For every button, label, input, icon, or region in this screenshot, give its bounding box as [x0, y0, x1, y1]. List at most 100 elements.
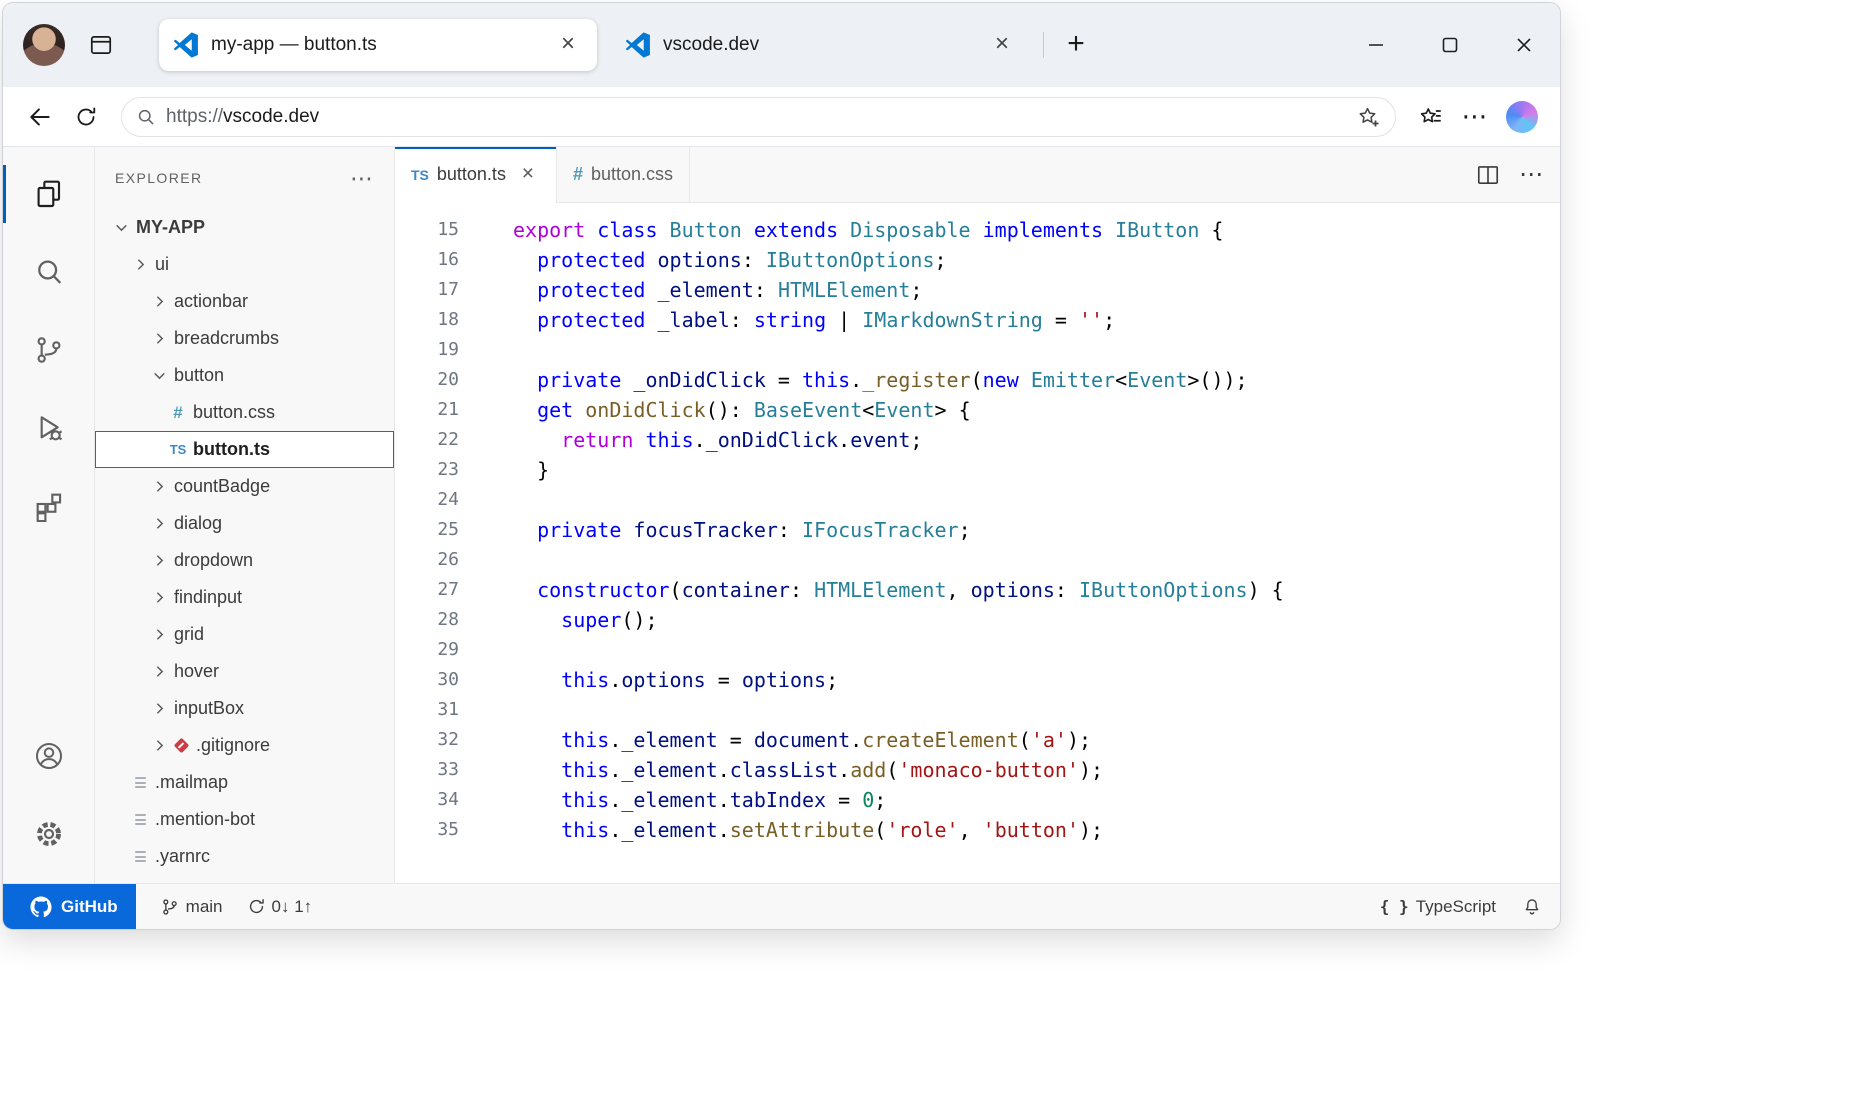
editor-more-icon[interactable]: ⋯: [1519, 160, 1544, 189]
tree-item-inputbox[interactable]: inputBox: [95, 690, 394, 727]
code-line-24[interactable]: 24: [395, 485, 1560, 515]
settings-gear-icon[interactable]: [3, 795, 94, 873]
close-tab-icon[interactable]: ×: [553, 30, 583, 60]
browser-tab-active[interactable]: my-app — button.ts ×: [159, 19, 597, 71]
code-line-29[interactable]: 29: [395, 635, 1560, 665]
browser-tab-strip: my-app — button.ts × vscode.dev × +: [3, 3, 1560, 87]
explorer-more-icon[interactable]: ⋯: [350, 165, 374, 192]
code-text: this._element = document.createElement('…: [459, 725, 1091, 755]
chevron-down-icon: [148, 367, 170, 384]
tree-item-button[interactable]: button: [95, 357, 394, 394]
code-text: [459, 335, 513, 365]
browser-tab-inactive[interactable]: vscode.dev ×: [611, 19, 1031, 71]
source-control-activity-icon[interactable]: [3, 311, 94, 389]
tree-item-findinput[interactable]: findinput: [95, 579, 394, 616]
account-icon[interactable]: [3, 717, 94, 795]
file-tree: MY-APPuiactionbarbreadcrumbsbutton#butto…: [95, 209, 394, 883]
tree-item-dropdown[interactable]: dropdown: [95, 542, 394, 579]
code-line-30[interactable]: 30 this.options = options;: [395, 665, 1560, 695]
tree-item-button.ts[interactable]: TSbutton.ts: [95, 431, 394, 468]
tree-item-hover[interactable]: hover: [95, 653, 394, 690]
browser-settings-more-icon[interactable]: ⋯: [1454, 96, 1496, 138]
line-number: 28: [395, 605, 459, 635]
tree-item-ui[interactable]: ui: [95, 246, 394, 283]
explorer-title: EXPLORER: [115, 170, 202, 186]
tree-item-breadcrumbs[interactable]: breadcrumbs: [95, 320, 394, 357]
close-editor-tab-icon[interactable]: ×: [516, 163, 540, 187]
code-text: protected options: IButtonOptions;: [459, 245, 947, 275]
sync-counts: 0↓ 1↑: [272, 897, 313, 917]
code-line-17[interactable]: 17 protected _element: HTMLElement;: [395, 275, 1560, 305]
code-line-26[interactable]: 26: [395, 545, 1560, 575]
tab-divider: [1043, 32, 1044, 58]
code-editor[interactable]: 15export class Button extends Disposable…: [395, 203, 1560, 883]
add-favorite-icon[interactable]: [1357, 105, 1381, 129]
profile-avatar[interactable]: [23, 24, 65, 66]
copilot-icon[interactable]: [1506, 101, 1538, 133]
code-line-23[interactable]: 23 }: [395, 455, 1560, 485]
code-line-15[interactable]: 15export class Button extends Disposable…: [395, 215, 1560, 245]
favorites-icon[interactable]: [1408, 94, 1454, 140]
tree-item-countbadge[interactable]: countBadge: [95, 468, 394, 505]
code-line-22[interactable]: 22 return this._onDidClick.event;: [395, 425, 1560, 455]
tree-item-.gitignore[interactable]: .gitignore: [95, 727, 394, 764]
search-activity-icon[interactable]: [3, 233, 94, 311]
line-number: 15: [395, 215, 459, 245]
code-line-20[interactable]: 20 private _onDidClick = this._register(…: [395, 365, 1560, 395]
refresh-button[interactable]: [63, 94, 109, 140]
split-editor-icon[interactable]: [1475, 162, 1501, 188]
tree-item-button.css[interactable]: #button.css: [95, 394, 394, 431]
branch-indicator[interactable]: main: [160, 897, 223, 917]
code-text: this.options = options;: [459, 665, 838, 695]
line-number: 21: [395, 395, 459, 425]
new-tab-button[interactable]: +: [1056, 25, 1096, 65]
remote-label: GitHub: [61, 897, 118, 917]
code-text: }: [459, 455, 549, 485]
code-line-16[interactable]: 16 protected options: IButtonOptions;: [395, 245, 1560, 275]
code-line-25[interactable]: 25 private focusTracker: IFocusTracker;: [395, 515, 1560, 545]
maximize-button[interactable]: [1426, 24, 1474, 66]
code-line-34[interactable]: 34 this._element.tabIndex = 0;: [395, 785, 1560, 815]
remote-indicator[interactable]: GitHub: [3, 884, 136, 929]
code-line-31[interactable]: 31: [395, 695, 1560, 725]
minimize-button[interactable]: [1352, 24, 1400, 66]
sync-indicator[interactable]: 0↓ 1↑: [247, 897, 313, 917]
code-line-33[interactable]: 33 this._element.classList.add('monaco-b…: [395, 755, 1560, 785]
tree-item-grid[interactable]: grid: [95, 616, 394, 653]
code-line-32[interactable]: 32 this._element = document.createElemen…: [395, 725, 1560, 755]
code-line-19[interactable]: 19: [395, 335, 1560, 365]
code-lines: 15export class Button extends Disposable…: [395, 215, 1560, 845]
browser-tab-title: vscode.dev: [663, 34, 987, 56]
editor-tab-button-ts[interactable]: TS button.ts ×: [395, 147, 557, 202]
explorer-sidebar: EXPLORER ⋯ MY-APPuiactionbarbreadcrumbsb…: [95, 147, 395, 883]
tree-item-my-app[interactable]: MY-APP: [95, 209, 394, 246]
tree-item-dialog[interactable]: dialog: [95, 505, 394, 542]
notifications-bell-icon[interactable]: [1522, 897, 1542, 917]
close-window-button[interactable]: [1500, 24, 1548, 66]
code-line-27[interactable]: 27 constructor(container: HTMLElement, o…: [395, 575, 1560, 605]
tab-actions-icon[interactable]: [79, 23, 123, 67]
tree-item-.mention-bot[interactable]: .mention-bot: [95, 801, 394, 838]
extensions-activity-icon[interactable]: [3, 467, 94, 545]
tree-item-label: .gitignore: [196, 735, 270, 756]
chevron-right-icon: [148, 737, 170, 754]
back-button[interactable]: [17, 94, 63, 140]
address-bar[interactable]: https://vscode.dev: [121, 97, 1396, 137]
editor-tab-button-css[interactable]: # button.css: [557, 147, 690, 202]
url-host: vscode.dev: [223, 106, 319, 127]
tree-item-actionbar[interactable]: actionbar: [95, 283, 394, 320]
run-debug-activity-icon[interactable]: [3, 389, 94, 467]
search-icon: [136, 107, 156, 127]
code-line-35[interactable]: 35 this._element.setAttribute('role', 'b…: [395, 815, 1560, 845]
editor-tab-bar: TS button.ts × # button.css ⋯: [395, 147, 1560, 203]
code-line-18[interactable]: 18 protected _label: string | IMarkdownS…: [395, 305, 1560, 335]
code-text: protected _element: HTMLElement;: [459, 275, 922, 305]
chevron-right-icon: [148, 700, 170, 717]
explorer-activity-icon[interactable]: [3, 155, 94, 233]
language-mode[interactable]: { } TypeScript: [1380, 897, 1496, 917]
close-tab-icon[interactable]: ×: [987, 30, 1017, 60]
tree-item-.mailmap[interactable]: .mailmap: [95, 764, 394, 801]
tree-item-.yarnrc[interactable]: .yarnrc: [95, 838, 394, 875]
code-line-21[interactable]: 21 get onDidClick(): BaseEvent<Event> {: [395, 395, 1560, 425]
code-line-28[interactable]: 28 super();: [395, 605, 1560, 635]
